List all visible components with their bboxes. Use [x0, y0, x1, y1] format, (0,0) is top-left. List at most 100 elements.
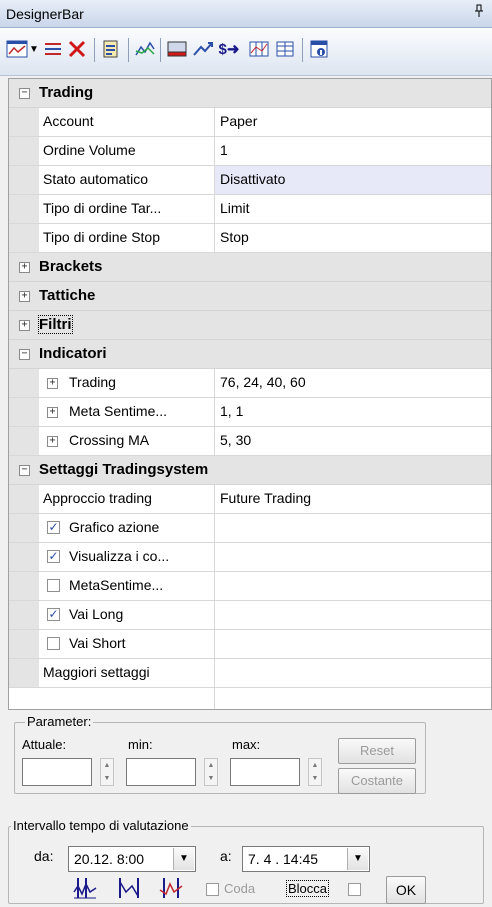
min-input[interactable]	[126, 758, 196, 786]
checkbox[interactable]: ✓	[47, 521, 60, 534]
document-icon[interactable]	[100, 38, 122, 60]
intervallo-legend: Intervallo tempo di valutazione	[11, 818, 191, 833]
prop-value[interactable]: 76, 24, 40, 60	[220, 374, 306, 390]
interval-end-icon[interactable]	[158, 876, 184, 900]
max-input[interactable]	[230, 758, 300, 786]
prop-value[interactable]: Limit	[220, 200, 250, 216]
prop-row-maggiori[interactable]: Maggiori settaggi	[9, 659, 491, 688]
a-value: 7. 4 . 14:45	[248, 851, 319, 867]
category-settaggi[interactable]: − Settaggi Tradingsystem	[9, 456, 491, 485]
attuale-label: Attuale:	[22, 737, 67, 752]
prop-value[interactable]: Disattivato	[220, 171, 285, 187]
category-brackets[interactable]: + Brackets	[9, 253, 491, 282]
prop-row-tipo-target[interactable]: Tipo di ordine Tar... Limit	[9, 195, 491, 224]
prop-value[interactable]: 1, 1	[220, 403, 243, 419]
prop-row-vai-long[interactable]: ✓ Vai Long	[9, 601, 491, 630]
prop-name: Tipo di ordine Tar...	[43, 200, 162, 216]
prop-row-ind-crossing[interactable]: + Crossing MA 5, 30	[9, 427, 491, 456]
a-combo[interactable]: 7. 4 . 14:45 ▼	[242, 846, 370, 872]
prop-row-stato[interactable]: Stato automatico Disattivato	[9, 166, 491, 195]
max-label: max:	[232, 737, 261, 752]
collapse-icon[interactable]: −	[19, 88, 30, 99]
pin-icon[interactable]	[474, 4, 484, 21]
category-filtri[interactable]: + Filtri	[9, 311, 491, 340]
expand-icon[interactable]: +	[19, 291, 30, 302]
category-indicatori[interactable]: − Indicatori	[9, 340, 491, 369]
indicator-list-icon[interactable]	[42, 38, 64, 60]
prop-value[interactable]: Paper	[220, 113, 257, 129]
prop-name: MetaSentime...	[69, 577, 164, 593]
expand-icon[interactable]: +	[47, 407, 58, 418]
max-spinner[interactable]: ▲ ▼	[308, 758, 322, 786]
parameter-legend: Parameter:	[25, 714, 94, 729]
prop-row-metasentiment[interactable]: MetaSentime...	[9, 572, 491, 601]
prop-row-tipo-stop[interactable]: Tipo di ordine Stop Stop	[9, 224, 491, 253]
dropdown-arrow-icon[interactable]: ▼	[173, 848, 194, 870]
line-chart-icon[interactable]	[134, 38, 156, 60]
interval-start-icon[interactable]	[72, 876, 98, 900]
prop-row-approccio[interactable]: Approccio trading Future Trading	[9, 485, 491, 514]
prop-name: Vai Short	[69, 635, 126, 651]
prop-value[interactable]: 1	[220, 142, 228, 158]
prop-value[interactable]: Future Trading	[220, 490, 311, 506]
table-icon[interactable]	[274, 38, 296, 60]
da-value: 20.12. 8:00	[74, 851, 145, 867]
monitor-icon[interactable]	[166, 38, 188, 60]
attuale-input[interactable]	[22, 758, 92, 786]
category-trading[interactable]: − Trading	[9, 79, 491, 108]
prop-row-account[interactable]: Account Paper	[9, 108, 491, 137]
attuale-spinner[interactable]: ▲ ▼	[100, 758, 114, 786]
expand-icon[interactable]: +	[47, 378, 58, 389]
prop-name: Trading	[69, 374, 116, 390]
prop-row-visualizza[interactable]: ✓ Visualizza i co...	[9, 543, 491, 572]
prop-row-ind-meta[interactable]: + Meta Sentime... 1, 1	[9, 398, 491, 427]
interval-range-icon[interactable]	[116, 876, 142, 900]
prop-row-volume[interactable]: Ordine Volume 1	[9, 137, 491, 166]
checkbox[interactable]	[47, 579, 60, 592]
grid-chart-icon[interactable]	[248, 38, 270, 60]
prop-value[interactable]: 5, 30	[220, 432, 251, 448]
prop-name: Visualizza i co...	[69, 548, 170, 564]
panel-title: DesignerBar	[6, 6, 84, 22]
checkbox[interactable]: ✓	[47, 550, 60, 563]
da-combo[interactable]: 20.12. 8:00 ▼	[68, 846, 196, 872]
category-label: Indicatori	[39, 345, 107, 362]
checkbox[interactable]	[47, 637, 60, 650]
prop-row-vai-short[interactable]: Vai Short	[9, 630, 491, 659]
prop-name: Approccio trading	[43, 490, 152, 506]
coda-label: Coda	[224, 881, 256, 896]
designer-toolbar: ▼ $➜	[0, 28, 492, 76]
collapse-icon[interactable]: −	[19, 465, 30, 476]
expand-icon[interactable]: +	[47, 436, 58, 447]
blocca-checkbox[interactable]	[348, 883, 361, 896]
checkbox[interactable]: ✓	[47, 608, 60, 621]
prop-row-grafico[interactable]: ✓ Grafico azione	[9, 514, 491, 543]
expand-icon[interactable]: +	[19, 320, 30, 331]
coda-checkbox[interactable]	[206, 883, 219, 896]
chart-window-icon[interactable]	[6, 38, 28, 60]
expand-icon[interactable]: +	[19, 262, 30, 273]
blocca-label: Blocca	[286, 880, 330, 897]
collapse-icon[interactable]: −	[19, 349, 30, 360]
dollar-arrow-icon[interactable]: $➜	[218, 38, 240, 60]
category-tattiche[interactable]: + Tattiche	[9, 282, 491, 311]
prop-value[interactable]: Stop	[220, 229, 249, 245]
dropdown-arrow-icon[interactable]: ▼	[347, 848, 368, 870]
panel-titlebar: DesignerBar	[0, 0, 492, 28]
prop-row-ind-trading[interactable]: + Trading 76, 24, 40, 60	[9, 369, 491, 398]
reset-button[interactable]: Reset	[338, 738, 416, 764]
trend-icon[interactable]	[192, 38, 214, 60]
da-label: da:	[34, 848, 54, 864]
info-window-icon[interactable]	[308, 38, 330, 60]
min-spinner[interactable]: ▲ ▼	[204, 758, 218, 786]
category-label: Brackets	[39, 258, 103, 275]
ok-button[interactable]: OK	[386, 876, 426, 904]
delete-icon[interactable]	[66, 38, 88, 60]
min-label: min:	[128, 737, 153, 752]
category-label: Tattiche	[39, 287, 96, 304]
dropdown-arrow-icon[interactable]: ▼	[28, 38, 40, 60]
prop-name: Account	[43, 113, 94, 129]
costante-button[interactable]: Costante	[338, 768, 416, 794]
toolbar-separator	[302, 38, 303, 62]
description-area	[9, 688, 491, 709]
